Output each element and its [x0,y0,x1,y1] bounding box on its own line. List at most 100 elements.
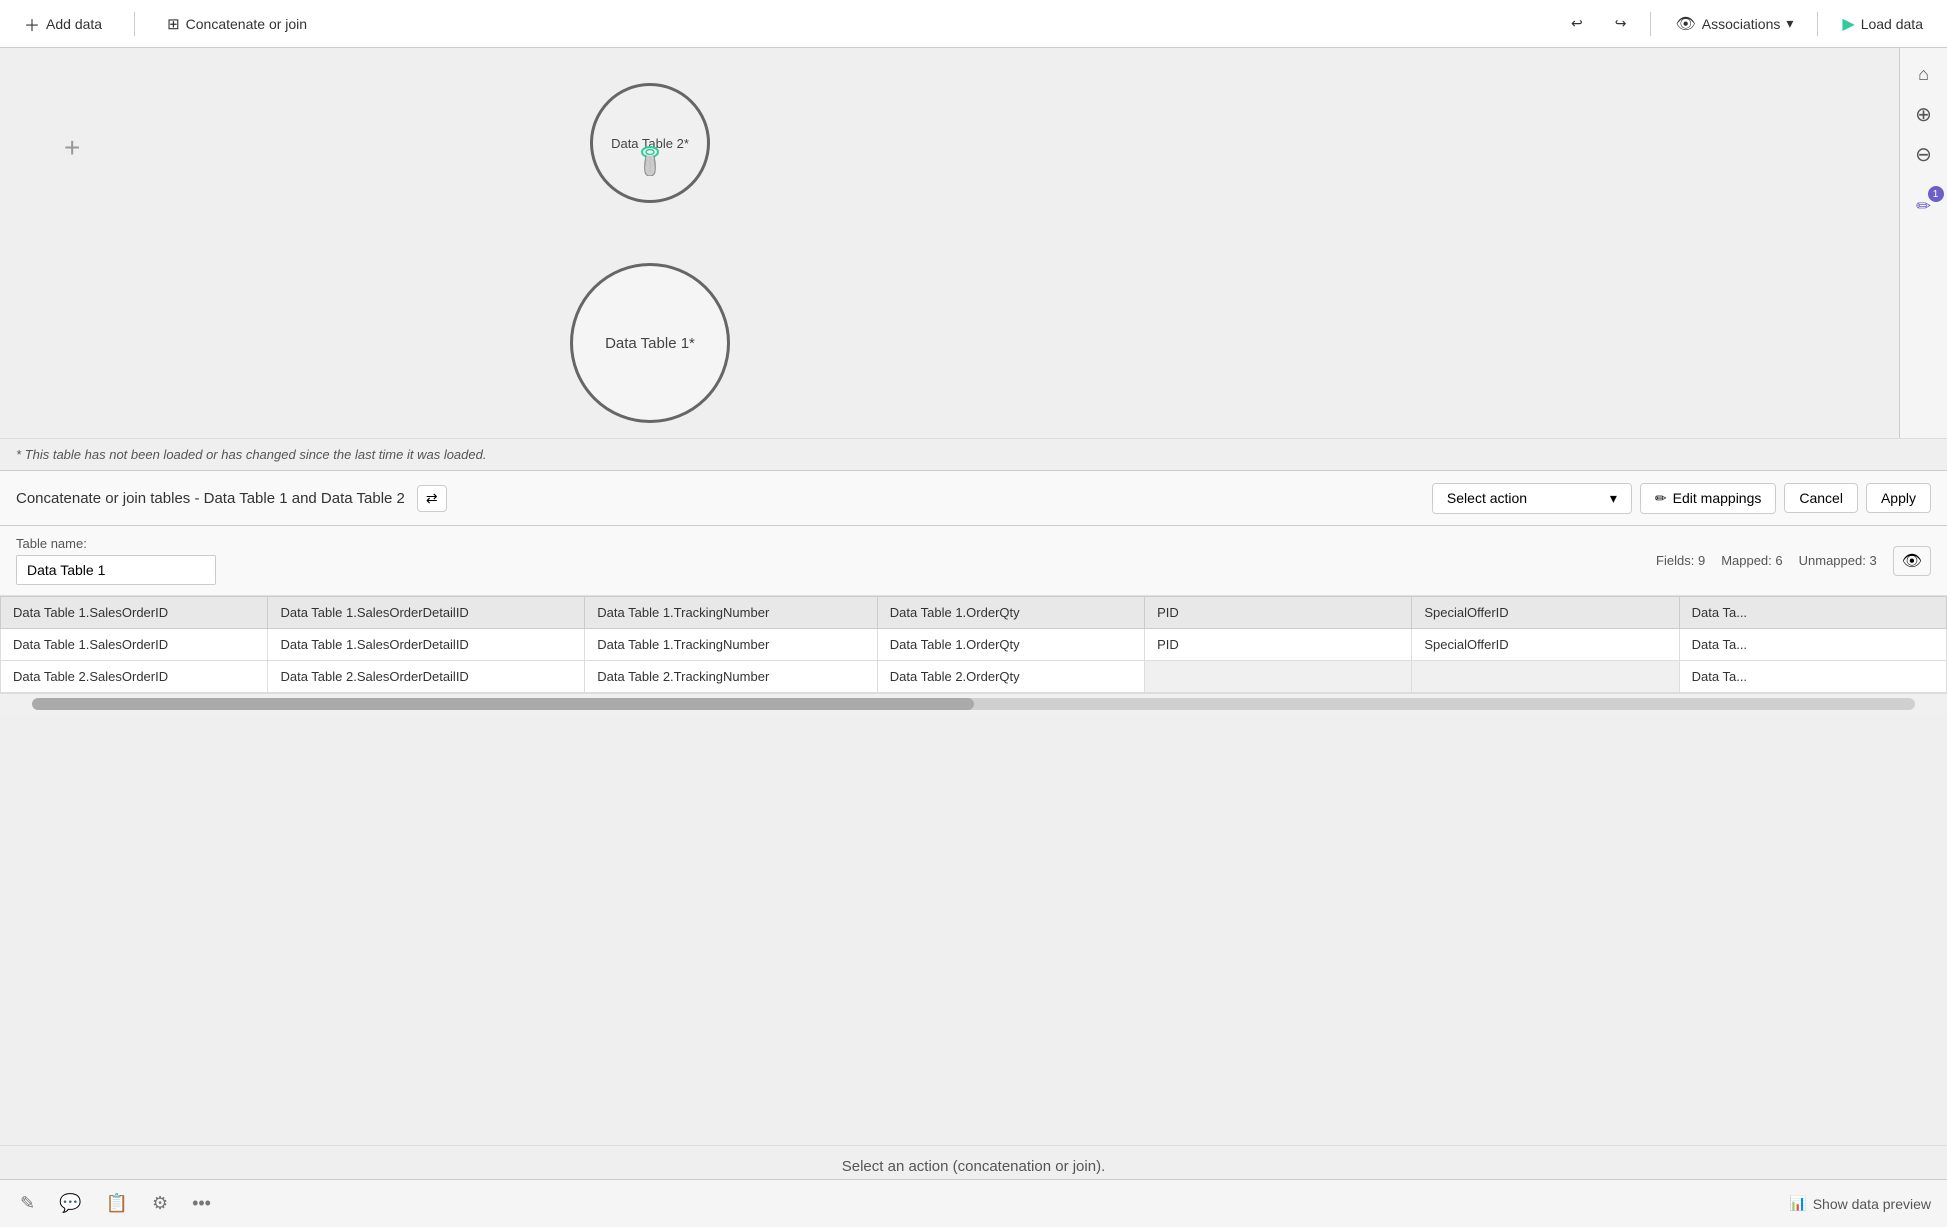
show-preview-icon: 📊 [1789,1195,1806,1212]
apply-label: Apply [1881,490,1916,506]
cancel-button[interactable]: Cancel [1784,483,1858,513]
table-name-input[interactable] [16,555,216,585]
notification-badge: 1 [1928,186,1944,202]
concatenate-join-button[interactable]: ⊞ Concatenate or join [159,11,315,37]
col-header-4: PID [1145,597,1412,629]
associations-button[interactable]: 👁 Associations ▾ [1667,10,1801,38]
swap-icon: ⇄ [426,490,438,506]
undo-button[interactable]: ↩ [1563,11,1591,36]
bottom-gear-button[interactable]: ⚙ [148,1189,172,1218]
add-data-button[interactable]: ＋ Add data [16,8,110,40]
col-header-5: SpecialOfferID [1412,597,1679,629]
data-table-1-label: Data Table 1* [605,335,695,352]
toolbar-separator [134,12,135,36]
data-table-1-node[interactable]: Data Table 1* [570,263,730,423]
edit-mappings-label: Edit mappings [1673,490,1762,506]
eye-icon: 👁 [1902,553,1922,570]
zoom-in-icon: ⊕ [1915,102,1932,127]
home-button[interactable]: ⌂ [1906,56,1942,92]
toolbar-separator-2 [1650,12,1651,36]
main-content: + Data Table 2* Da [0,48,1947,1227]
table-row: Data Table 1.SalesOrderID Data Table 1.S… [1,629,1947,661]
scrollbar-thumb[interactable] [32,698,974,710]
bottom-icons: ✎ 💬 📋 ⚙ ••• [16,1189,215,1218]
join-panel-header: Concatenate or join tables - Data Table … [0,470,1947,526]
associations-eye-icon: 👁 [1675,14,1695,34]
edit-mappings-button[interactable]: ✏ Edit mappings [1640,483,1776,514]
concatenate-icon: ⊞ [167,15,180,33]
show-data-preview-button[interactable]: 📊 Show data preview [1789,1195,1931,1212]
cell-0-1: Data Table 1.SalesOrderDetailID [268,629,585,661]
top-toolbar: ＋ Add data ⊞ Concatenate or join ↩ ↪ 👁 A… [0,0,1947,48]
add-data-icon: ＋ [24,12,40,36]
warning-text: * This table has not been loaded or has … [0,438,1947,470]
clipboard-icon: 📋 [106,1193,128,1213]
table-row: Data Table 2.SalesOrderID Data Table 2.S… [1,661,1947,693]
load-data-icon: ▶ [1842,14,1854,34]
bottom-action-bar: ✎ 💬 📋 ⚙ ••• 📊 Show data preview [0,1179,1947,1227]
load-data-button[interactable]: ▶ Load data [1834,10,1931,38]
add-node-button[interactable]: + [60,128,84,168]
join-panel-title: Concatenate or join tables - Data Table … [16,490,405,507]
cell-1-5-empty [1412,661,1679,693]
canvas-wrapper: + Data Table 2* Da [0,48,1947,438]
join-panel-actions: Select action ▾ ✏ Edit mappings Cancel A… [1432,483,1931,514]
bottom-pencil-button[interactable]: ✎ [16,1189,39,1218]
data-grid-container[interactable]: Data Table 1.SalesOrderID Data Table 1.S… [0,596,1947,694]
bottom-comment-button[interactable]: 💬 [55,1189,85,1218]
redo-button[interactable]: ↪ [1607,11,1635,36]
comment-icon: 💬 [59,1193,81,1213]
undo-icon: ↩ [1571,15,1583,32]
right-tools-panel: ⌂ ⊕ ⊖ ✏ 1 [1899,48,1947,438]
col-header-0: Data Table 1.SalesOrderID [1,597,268,629]
horizontal-scrollbar[interactable] [32,698,1915,710]
cell-1-3: Data Table 2.OrderQty [877,661,1144,693]
associations-chevron-icon: ▾ [1786,15,1793,32]
pencil-icon: ✎ [20,1193,35,1213]
cursor-indicator [636,144,664,179]
bottom-more-button[interactable]: ••• [188,1189,215,1218]
join-panel-title-container: Concatenate or join tables - Data Table … [16,485,447,512]
notification-container: ✏ 1 [1906,188,1942,224]
more-icon: ••• [192,1193,211,1213]
zoom-out-button[interactable]: ⊖ [1906,136,1942,172]
zoom-in-button[interactable]: ⊕ [1906,96,1942,132]
col-header-2: Data Table 1.TrackingNumber [585,597,878,629]
cell-0-6: Data Ta... [1679,629,1946,661]
cell-0-5: SpecialOfferID [1412,629,1679,661]
select-action-button[interactable]: Select action ▾ [1432,483,1632,514]
gear-icon: ⚙ [152,1193,168,1213]
data-grid: Data Table 1.SalesOrderID Data Table 1.S… [0,596,1947,693]
cell-1-6: Data Ta... [1679,661,1946,693]
fields-info: Fields: 9 Mapped: 6 Unmapped: 3 👁 [1656,546,1931,576]
redo-icon: ↪ [1615,15,1627,32]
scrollbar-container[interactable] [0,694,1947,714]
table-header-row: Data Table 1.SalesOrderID Data Table 1.S… [1,597,1947,629]
cell-0-2: Data Table 1.TrackingNumber [585,629,878,661]
cell-1-1: Data Table 2.SalesOrderDetailID [268,661,585,693]
table-name-label: Table name: [16,536,216,551]
col-header-3: Data Table 1.OrderQty [877,597,1144,629]
apply-button[interactable]: Apply [1866,483,1931,513]
select-action-chevron-icon: ▾ [1610,490,1617,507]
data-table-2-node[interactable]: Data Table 2* [590,83,710,203]
bottom-clipboard-button[interactable]: 📋 [102,1189,132,1218]
toolbar-separator-3 [1817,12,1818,36]
cell-0-4: PID [1145,629,1412,661]
toolbar-right: ↩ ↪ 👁 Associations ▾ ▶ Load data [1563,10,1931,38]
home-icon: ⌂ [1918,64,1929,85]
zoom-out-icon: ⊖ [1915,142,1932,167]
edit-mappings-pencil-icon: ✏ [1655,490,1667,507]
fields-count: Fields: 9 [1656,553,1705,568]
mapped-count: Mapped: 6 [1721,553,1782,568]
cell-0-3: Data Table 1.OrderQty [877,629,1144,661]
col-header-1: Data Table 1.SalesOrderDetailID [268,597,585,629]
swap-button[interactable]: ⇄ [417,485,447,512]
bottom-info-text: Select an action (concatenation or join)… [842,1158,1106,1175]
toolbar-left: ＋ Add data ⊞ Concatenate or join [16,8,315,40]
cancel-label: Cancel [1799,490,1843,506]
load-data-label: Load data [1861,16,1923,32]
preview-toggle-button[interactable]: 👁 [1893,546,1931,576]
cell-0-0: Data Table 1.SalesOrderID [1,629,268,661]
cell-1-4-empty [1145,661,1412,693]
